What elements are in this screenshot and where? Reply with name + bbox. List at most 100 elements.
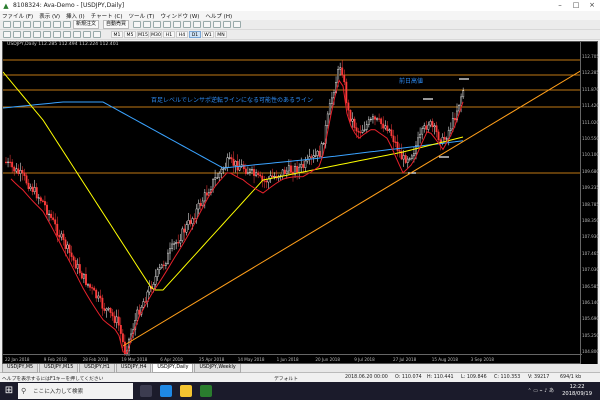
timeframe-h4[interactable]: H4 (176, 31, 188, 38)
candle-body (78, 264, 81, 274)
status-profile: デフォルト (274, 377, 298, 382)
zoom-out-icon[interactable] (173, 21, 182, 28)
tile-windows-icon[interactable] (183, 21, 192, 28)
arrows-icon[interactable] (93, 31, 101, 38)
menu-file[interactable]: ファイル (F) (2, 12, 33, 20)
minimize-icon[interactable]: – (552, 0, 568, 11)
candle-body (290, 165, 292, 173)
candle-body (425, 125, 428, 130)
data-window-icon[interactable] (33, 21, 41, 28)
system-tray-icons[interactable]: ⌃ ▭ ⌁ ♪ あ (528, 387, 554, 394)
chart-shift-icon[interactable] (203, 21, 212, 28)
periods-icon[interactable] (223, 21, 232, 28)
timeframe-h1[interactable]: H1 (163, 31, 175, 38)
trendline-icon[interactable] (43, 31, 51, 38)
status-volume: V: 39217 (528, 375, 550, 380)
menu-insert[interactable]: 挿入 (I) (66, 12, 85, 20)
explorer-icon[interactable] (180, 385, 192, 397)
candle-body (419, 133, 422, 139)
candle-body (351, 118, 354, 122)
menu-help[interactable]: ヘルプ (H) (205, 12, 232, 20)
candle-body (56, 223, 59, 236)
timeframe-m1[interactable]: M1 (111, 31, 123, 38)
search-icon: ⚲ (21, 387, 27, 395)
vertical-line-icon[interactable] (23, 31, 31, 38)
menu-window[interactable]: ウィンドウ (W) (160, 12, 199, 20)
timeframe-d1[interactable]: D1 (189, 31, 201, 38)
candle-body (177, 241, 180, 244)
status-low: L: 109.846 (461, 375, 487, 380)
fibonacci-icon[interactable] (63, 31, 71, 38)
tab-usdjpy-h1[interactable]: USDJPY,H1 (79, 363, 115, 373)
horizontal-line-icon[interactable] (33, 31, 41, 38)
chart-window[interactable]: USDJPY,Daily 112.285 112.494 112.224 112… (2, 41, 599, 365)
menu-view[interactable]: 表示 (V) (39, 12, 60, 20)
auto-trading-button[interactable]: 自動売買 (103, 20, 130, 29)
time-tick-label: 9 Jul 2018 (354, 357, 375, 362)
candle-body (17, 168, 20, 174)
tab-usdjpy-m5[interactable]: USDJPY,M5 (2, 363, 39, 373)
profiles-icon[interactable] (13, 21, 21, 28)
cursor-icon[interactable] (3, 31, 11, 38)
candle-body (203, 192, 206, 202)
new-order-button[interactable]: 新規注文 (73, 20, 100, 29)
price-chart[interactable] (3, 42, 582, 356)
candle-body (296, 166, 299, 173)
candle-body (300, 163, 303, 168)
line-chart-icon[interactable] (153, 21, 162, 28)
indicators-icon[interactable] (213, 21, 222, 28)
candle-body (392, 135, 395, 143)
tab-usdjpy-h4[interactable]: USDJPY,H4 (115, 363, 152, 373)
menu-chart[interactable]: チャート (C) (91, 12, 123, 20)
taskbar-search[interactable]: ⚲ ここに入力して検索 (18, 383, 133, 399)
candle-body (318, 150, 321, 158)
terminal-icon[interactable] (53, 21, 61, 28)
metatrader-icon[interactable] (200, 385, 212, 397)
tester-icon[interactable] (63, 21, 71, 28)
bar-chart-icon[interactable] (133, 21, 142, 28)
close-icon[interactable]: × (584, 0, 600, 11)
tab-usdjpy-daily[interactable]: USDJPY,Daily (152, 363, 194, 373)
zoom-in-icon[interactable] (163, 21, 172, 28)
price-tick-label: 110.550 (582, 136, 599, 141)
time-tick-label: 3 Sep 2018 (470, 357, 494, 362)
navigator-icon[interactable] (43, 21, 51, 28)
timeframe-mn[interactable]: MN (215, 31, 227, 38)
candle-body (345, 81, 348, 104)
maximize-icon[interactable]: □ (568, 0, 584, 11)
price-tick-label: 110.100 (582, 152, 599, 158)
candle-body (148, 286, 151, 293)
edge-icon[interactable] (160, 385, 172, 397)
menu-tools[interactable]: ツール (T) (129, 12, 155, 20)
tab-usdjpy-weekly[interactable]: USDJPY,Weekly (194, 363, 241, 373)
timeframe-w1[interactable]: W1 (202, 31, 214, 38)
candle-body (171, 243, 174, 249)
candle-body (376, 118, 378, 120)
timeframe-m5[interactable]: M5 (124, 31, 136, 38)
templates-icon[interactable] (233, 21, 242, 28)
candle-body (156, 269, 159, 277)
autoscroll-icon[interactable] (193, 21, 202, 28)
candle-body (187, 220, 190, 225)
candle-body (121, 333, 124, 343)
new-chart-icon[interactable] (3, 21, 11, 28)
candle-body (232, 158, 235, 166)
crosshair-icon[interactable] (13, 31, 21, 38)
search-placeholder: ここに入力して検索 (33, 389, 84, 395)
status-help-text: ヘルプを表示するにはF1キーを押してください (2, 377, 104, 382)
channel-icon[interactable] (53, 31, 61, 38)
tray-clock[interactable]: 12:22 2018/09/19 (562, 384, 592, 398)
candle-body (66, 244, 69, 249)
candlestick-icon[interactable] (143, 21, 152, 28)
text-icon[interactable] (73, 31, 81, 38)
market-watch-icon[interactable] (23, 21, 31, 28)
timeframe-m15[interactable]: M15 (137, 31, 149, 38)
candle-body (421, 128, 424, 135)
price-axis: 112.705 112.285 111.870 111.420 111.020 110.5… (580, 42, 599, 365)
label-icon[interactable] (83, 31, 91, 38)
candle-body (189, 220, 192, 224)
task-view-icon[interactable] (140, 385, 152, 397)
timeframe-m30[interactable]: M30 (150, 31, 162, 38)
tab-usdjpy-m15[interactable]: USDJPY,M15 (39, 363, 79, 373)
windows-start-icon[interactable]: ⊞ (0, 382, 18, 400)
